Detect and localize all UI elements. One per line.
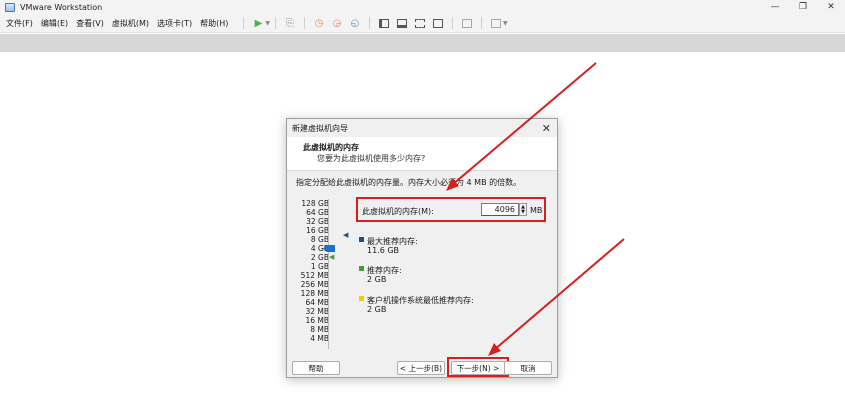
memory-instruction: 指定分配给此虚拟机的内存量。内存大小必须为 4 MB 的倍数。	[296, 178, 522, 187]
scale-label: 64 MB	[305, 298, 329, 307]
scale-label: 128 MB	[300, 289, 329, 298]
snapshot-icon[interactable]: ◷	[312, 16, 326, 30]
dialog-header: 此虚拟机的内存 您要为此虚拟机使用多少内存?	[287, 137, 557, 171]
menu-vm[interactable]: 虚拟机(M)	[108, 18, 153, 29]
toolbar: ▶ ▼ ⎘ ◷ ◶ ◵ ▼	[238, 16, 508, 30]
window-controls: — ❐ ✕	[761, 0, 845, 14]
stretch-icon[interactable]	[489, 16, 503, 30]
memory-field-highlight: 此虚拟机的内存(M): 4096 ▲ ▼ MB	[356, 197, 546, 222]
header-title: 此虚拟机的内存	[303, 143, 359, 152]
help-button[interactable]: 帮助	[292, 361, 340, 375]
recommended-marker-icon: ◀	[329, 253, 335, 261]
menu-help[interactable]: 帮助(H)	[196, 18, 232, 29]
library-view-icon[interactable]	[377, 16, 391, 30]
minimize-button[interactable]: —	[761, 0, 789, 14]
memory-stepper[interactable]: ▲ ▼	[519, 203, 527, 216]
revert-snapshot-icon[interactable]: ◶	[330, 16, 344, 30]
chevron-down-icon[interactable]: ▼	[503, 20, 508, 27]
memory-input[interactable]: 4096	[481, 203, 519, 216]
dialog-close-button[interactable]: ✕	[542, 122, 551, 135]
legend-rec-value: 2 GB	[367, 275, 387, 284]
chevron-down-icon[interactable]: ▼	[265, 20, 270, 27]
header-subtitle: 您要为此虚拟机使用多少内存?	[317, 154, 426, 163]
snapshot-manager-icon[interactable]: ◵	[348, 16, 362, 30]
toolbar-separator	[369, 17, 371, 29]
toolbar-separator	[452, 17, 454, 29]
menu-bar: 文件(F) 编辑(E) 查看(V) 虚拟机(M) 选项卡(T) 帮助(H) ▶ …	[0, 14, 845, 33]
next-button[interactable]: 下一步(N) >	[451, 361, 505, 375]
restore-button[interactable]: ❐	[789, 0, 817, 14]
vmware-app-icon	[5, 2, 15, 12]
menu-view[interactable]: 查看(V)	[72, 18, 108, 29]
menu-file[interactable]: 文件(F)	[0, 18, 37, 29]
window-title: VMware Workstation	[20, 2, 103, 12]
legend-rec-square-icon	[359, 266, 364, 271]
toolbar-separator	[275, 17, 277, 29]
scale-label: 1 GB	[310, 262, 329, 271]
toolbar-separator	[481, 17, 483, 29]
stepper-down-icon[interactable]: ▼	[521, 209, 525, 215]
max-recommended-marker-icon: ◀	[343, 231, 349, 239]
toolbar-separator	[304, 17, 306, 29]
scale-label: 2 GB	[310, 253, 329, 262]
fullscreen-icon[interactable]	[413, 16, 427, 30]
memory-unit: MB	[530, 206, 543, 215]
scale-label: 8 GB	[310, 235, 329, 244]
play-icon[interactable]: ▶	[251, 16, 265, 30]
legend-min-square-icon	[359, 296, 364, 301]
scale-label: 64 GB	[306, 208, 329, 217]
scale-label: 512 MB	[300, 271, 329, 280]
scale-label: 16 MB	[305, 316, 329, 325]
send-keys-icon[interactable]: ⎘	[283, 16, 297, 30]
title-bar: VMware Workstation — ❐ ✕	[0, 0, 845, 14]
dialog-title: 新建虚拟机向导	[287, 119, 557, 137]
scale-label: 128 GB	[301, 199, 329, 208]
menu-tabs[interactable]: 选项卡(T)	[153, 18, 196, 29]
menu-edit[interactable]: 编辑(E)	[37, 18, 72, 29]
back-button[interactable]: < 上一步(B)	[397, 361, 445, 375]
console-icon[interactable]	[460, 16, 474, 30]
scale-label: 8 MB	[310, 325, 329, 334]
tab-strip	[0, 34, 845, 52]
legend-max-value: 11.6 GB	[367, 246, 400, 255]
toolbar-separator	[243, 17, 245, 29]
memory-slider-track[interactable]	[328, 199, 329, 349]
new-vm-wizard-dialog: 新建虚拟机向导 ✕ 此虚拟机的内存 您要为此虚拟机使用多少内存? 指定分配给此虚…	[286, 118, 558, 378]
scale-label: 16 GB	[306, 226, 329, 235]
legend-max-square-icon	[359, 237, 364, 242]
scale-label: 32 MB	[305, 307, 329, 316]
cancel-button[interactable]: 取消	[504, 361, 552, 375]
memory-label: 此虚拟机的内存(M):	[362, 207, 434, 216]
thumbnail-view-icon[interactable]	[395, 16, 409, 30]
scale-label: 32 GB	[306, 217, 329, 226]
scale-label: 4 MB	[310, 334, 329, 343]
legend-min-value: 2 GB	[367, 305, 387, 314]
unity-icon[interactable]	[431, 16, 445, 30]
scale-label: 256 MB	[300, 280, 329, 289]
close-button[interactable]: ✕	[817, 0, 845, 14]
